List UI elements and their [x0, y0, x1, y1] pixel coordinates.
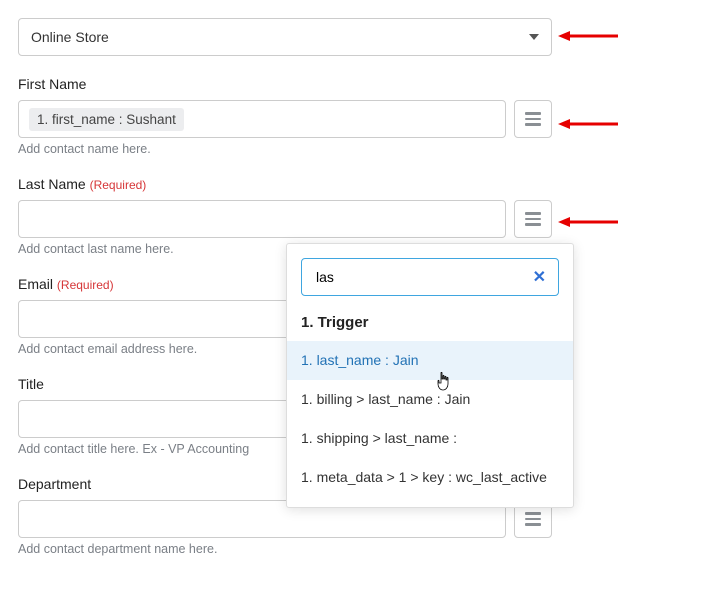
- required-marker: (Required): [57, 278, 114, 292]
- first-name-label: First Name: [18, 76, 708, 92]
- first-name-input[interactable]: 1. first_name : Sushant: [18, 100, 506, 138]
- annotation-arrow: [558, 30, 618, 42]
- dropdown-item-shipping-last-name[interactable]: 1. shipping > last_name :: [287, 419, 573, 458]
- last-name-label-text: Last Name: [18, 176, 86, 192]
- last-name-label: Last Name (Required): [18, 176, 708, 192]
- store-select[interactable]: Online Store: [18, 18, 552, 56]
- first-name-field-mapper-button[interactable]: [514, 100, 552, 138]
- first-name-tag: 1. first_name : Sushant: [29, 108, 184, 131]
- dropdown-heading: 1. Trigger: [287, 310, 573, 341]
- dropdown-item-billing-last-name[interactable]: 1. billing > last_name : Jain: [287, 380, 573, 419]
- hamburger-icon: [525, 212, 541, 226]
- first-name-helper: Add contact name here.: [18, 142, 708, 156]
- dropdown-search-input[interactable]: [314, 268, 500, 286]
- chevron-down-icon: [529, 34, 539, 40]
- email-label-text: Email: [18, 276, 53, 292]
- dropdown-item-meta-key[interactable]: 1. meta_data > 1 > key : wc_last_active: [287, 458, 573, 497]
- department-helper: Add contact department name here.: [18, 542, 708, 556]
- dropdown-search-box: ✕: [301, 258, 559, 296]
- last-name-field-mapper-button[interactable]: [514, 200, 552, 238]
- last-name-input[interactable]: [18, 200, 506, 238]
- hamburger-icon: [525, 512, 541, 526]
- store-select-value: Online Store: [31, 29, 109, 45]
- cursor-hand-icon: [435, 372, 451, 392]
- clear-search-icon[interactable]: ✕: [533, 267, 546, 287]
- field-picker-dropdown: ✕ 1. Trigger 1. last_name : Jain 1. bill…: [286, 243, 574, 508]
- hamburger-icon: [525, 112, 541, 126]
- first-name-group: First Name 1. first_name : Sushant Add c…: [18, 76, 708, 156]
- required-marker: (Required): [90, 178, 147, 192]
- dropdown-item-last-name[interactable]: 1. last_name : Jain: [287, 341, 573, 380]
- form-wrapper: Online Store First Name 1. first_name : …: [18, 18, 708, 556]
